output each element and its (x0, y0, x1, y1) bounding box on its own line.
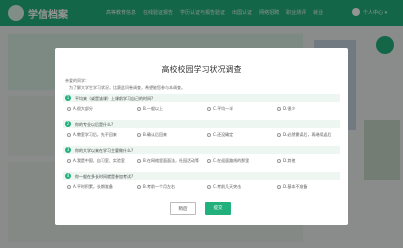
later-button[interactable]: 稍后 (170, 202, 196, 215)
radio-icon[interactable] (137, 159, 141, 163)
option[interactable]: D.很少 (277, 106, 295, 112)
radio-icon[interactable] (207, 133, 211, 137)
greeting-text: 亲爱的同学： (65, 78, 89, 83)
dialog-title: 高校校园学习状况调查 (161, 65, 242, 74)
question-number: 4 (65, 173, 71, 179)
option[interactable]: D.基本不准备 (277, 184, 307, 190)
radio-icon[interactable] (137, 107, 141, 111)
question-number: 2 (65, 121, 71, 127)
question-text: 你的大学以来在学习主要做什么? (75, 148, 134, 153)
radio-icon[interactable] (277, 107, 281, 111)
question-text: 你的专业以后是什么? (75, 122, 114, 127)
radio-icon[interactable] (137, 185, 141, 189)
question-text: 平均来（或是该课）上课前学习自己的时间? (75, 96, 154, 101)
submit-button[interactable]: 提交 (205, 202, 231, 215)
option[interactable]: A.平时积累，长期准备 (67, 184, 113, 190)
option[interactable]: D.必然需读后，再继续返后 (277, 132, 331, 138)
option[interactable]: C.还没确定 (207, 132, 233, 138)
option[interactable]: A.教室学习后，先不回来 (67, 132, 117, 138)
option[interactable]: C.考前几天突击 (207, 184, 241, 190)
radio-icon[interactable] (277, 185, 281, 189)
intro-text: 为了解大学生学习状况，比赛此问卷调查，希望能您参与本调查。 (69, 85, 185, 90)
option[interactable]: B.在网络里面面法，社园活动等 (137, 158, 199, 164)
radio-icon[interactable] (277, 159, 281, 163)
radio-icon[interactable] (67, 133, 71, 137)
radio-icon[interactable] (207, 107, 211, 111)
radio-icon[interactable] (137, 133, 141, 137)
option[interactable]: A.很大部分 (67, 106, 93, 112)
radio-icon[interactable] (207, 185, 211, 189)
option[interactable]: A.我是中国、自习室、实验室 (67, 158, 125, 164)
radio-icon[interactable] (67, 185, 71, 189)
option[interactable]: C.平均一半 (207, 106, 233, 112)
radio-icon[interactable] (67, 159, 71, 163)
radio-icon[interactable] (277, 133, 281, 137)
option[interactable]: B.一般以上 (137, 106, 163, 112)
question-number: 1 (65, 95, 71, 101)
question-text: 你一般在多长时间就是参加考试? (75, 174, 134, 179)
option[interactable]: C.在迎面路线的那里 (207, 158, 249, 164)
radio-icon[interactable] (207, 159, 211, 163)
survey-dialog: 高校校园学习状况调查 亲爱的同学： 为了解大学生学习状况，比赛此问卷调查，希望能… (55, 48, 348, 225)
question-number: 3 (65, 147, 71, 153)
option[interactable]: D.其他 (277, 158, 295, 164)
option[interactable]: B.考前一个月左右 (137, 184, 175, 190)
option[interactable]: B.确认后回来 (137, 132, 167, 138)
radio-icon[interactable] (67, 107, 71, 111)
